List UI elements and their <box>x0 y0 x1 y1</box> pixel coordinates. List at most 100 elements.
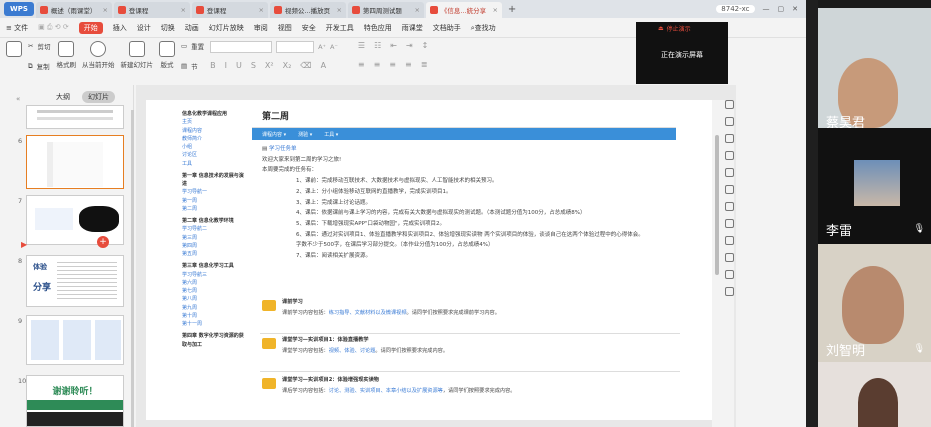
properties-icon[interactable] <box>724 134 734 143</box>
nav-link[interactable]: 课程内容 <box>172 127 248 135</box>
menu-insert[interactable]: 插入 <box>113 23 127 33</box>
desc-link[interactable]: 视频、体验、讨论题 <box>329 348 376 354</box>
menu-design[interactable]: 设计 <box>137 23 151 33</box>
desc-link[interactable]: 练习指导、文献材料以及微课视频 <box>329 310 407 316</box>
shrink-font-icon[interactable]: A⁻ <box>330 43 338 51</box>
menu-animation[interactable]: 动画 <box>185 23 199 33</box>
grow-font-icon[interactable]: A⁺ <box>318 43 326 51</box>
collapse-left-icon[interactable]: « <box>16 95 20 103</box>
subscript-icon[interactable]: X₂ <box>283 61 292 70</box>
nav-link[interactable]: 第三周 <box>172 234 248 242</box>
bold-icon[interactable]: B <box>210 61 216 70</box>
nav-link[interactable]: 学习导航二 <box>172 225 248 233</box>
nav-link[interactable]: 第六周 <box>172 279 248 287</box>
share-icon[interactable] <box>724 202 734 211</box>
tab-4[interactable]: 第四周测试题 × <box>347 2 424 18</box>
play-from-current-button[interactable]: 从当前开始 <box>82 41 114 69</box>
justify-icon[interactable]: ≡ <box>405 60 412 69</box>
nav-link[interactable]: 讨论区 <box>172 151 248 159</box>
task-title[interactable]: 学习任务单 <box>269 146 297 152</box>
close-icon[interactable]: × <box>180 6 185 14</box>
nav-link[interactable]: 学习导航三 <box>172 271 248 279</box>
menu-review[interactable]: 审阅 <box>254 23 268 33</box>
section-pre-class[interactable]: 课前学习 课前学习内容包括：练习指导、文献材料以及微课视频。请同学们按照要求完成… <box>260 296 680 334</box>
format-painter-button[interactable]: 格式刷 <box>56 41 76 69</box>
minimize-icon[interactable]: — <box>763 5 770 13</box>
panel-divider[interactable] <box>806 0 818 427</box>
file-menu[interactable]: ≡ 文件 <box>6 23 28 33</box>
nav-link[interactable]: 第八周 <box>172 295 248 303</box>
close-icon[interactable]: × <box>492 6 497 14</box>
nav-link[interactable]: 第七周 <box>172 287 248 295</box>
align-right-icon[interactable]: ≡ <box>389 60 396 69</box>
shape-icon[interactable] <box>724 117 734 126</box>
menu-security[interactable]: 安全 <box>302 23 316 33</box>
new-tab-button[interactable]: + <box>504 4 520 15</box>
tab-slides[interactable]: 幻灯片 <box>82 91 115 103</box>
reset-button[interactable]: ▭ 重置 <box>181 41 204 51</box>
clear-format-icon[interactable]: ⌫ <box>300 61 311 70</box>
tab-3[interactable]: 视频公...播放页 × <box>269 2 346 18</box>
menu-doc-assistant[interactable]: 文档助手 <box>433 23 461 33</box>
participant-tile[interactable] <box>818 362 931 427</box>
nav-link[interactable]: 小组 <box>172 143 248 151</box>
account-pill[interactable]: 8742-xc <box>716 5 755 13</box>
stop-presenting-button[interactable]: 停止演示 <box>667 24 691 33</box>
underline-icon[interactable]: U <box>236 61 242 70</box>
new-slide-button[interactable]: 新建幻灯片 <box>120 41 153 69</box>
italic-icon[interactable]: I <box>225 61 227 70</box>
line-spacing-icon[interactable]: ↕ <box>422 41 429 50</box>
section-button[interactable]: ▤ 节 <box>181 61 198 71</box>
cut-button[interactable]: ✂ 剪切 <box>28 41 50 51</box>
tab-5-active[interactable]: 《信息...統分享 × <box>425 2 502 18</box>
settings-icon[interactable] <box>724 253 734 262</box>
play-icon[interactable]: ▶ <box>21 240 27 249</box>
layout-button[interactable]: 版式 <box>158 41 175 69</box>
nav-link[interactable]: 第一周 <box>172 197 248 205</box>
layers-icon[interactable] <box>724 185 734 194</box>
menu-features[interactable]: 特色应用 <box>364 23 392 33</box>
slide-thumbnail-9[interactable] <box>26 315 124 365</box>
nav-link[interactable]: 教师简介 <box>172 135 248 143</box>
nav-link[interactable]: 第五周 <box>172 250 248 258</box>
participant-tile[interactable]: 李雷 🎙 <box>818 128 931 244</box>
participant-tile[interactable]: 刘智明 🎙 <box>818 244 931 362</box>
numbering-icon[interactable]: ☷ <box>374 41 381 50</box>
menu-view[interactable]: 视图 <box>278 23 292 33</box>
participant-tile[interactable]: 蔡昊君 <box>818 8 931 128</box>
wps-home-tab[interactable]: WPS <box>4 2 34 16</box>
nav-link[interactable]: 第十周 <box>172 312 248 320</box>
tab-2[interactable]: 登课程 × <box>191 2 268 18</box>
bullets-icon[interactable]: ☰ <box>358 41 365 50</box>
nav-link[interactable]: 第二周 <box>172 205 248 213</box>
strikethrough-icon[interactable]: S <box>251 61 256 70</box>
nav-link[interactable]: 主页 <box>172 118 248 126</box>
align-center-icon[interactable]: ≡ <box>374 60 381 69</box>
tab-outline[interactable]: 大纲 <box>50 91 76 103</box>
quiz-menu[interactable]: 测验 ▾ <box>298 131 312 138</box>
nav-link[interactable]: 工具 <box>172 160 248 168</box>
course-content-menu[interactable]: 课程内容 ▾ <box>262 131 286 138</box>
distribute-icon[interactable]: ≣ <box>421 60 428 69</box>
search-command[interactable]: ⌕查找功 <box>471 23 496 33</box>
align-left-icon[interactable]: ≡ <box>358 60 365 69</box>
font-size-field[interactable] <box>276 41 315 53</box>
maximize-icon[interactable]: ▢ <box>778 5 785 13</box>
close-window-icon[interactable]: ✕ <box>792 5 798 13</box>
audio-icon[interactable] <box>724 236 734 245</box>
slide-thumbnail-10[interactable]: 谢谢聆听！ <box>26 375 124 427</box>
format-icon[interactable] <box>724 151 734 160</box>
slide-thumbnail-6[interactable] <box>26 135 124 189</box>
copy-button[interactable]: ⧉ 复制 <box>28 61 50 72</box>
nav-link[interactable]: 第十一周 <box>172 320 248 328</box>
section-project-1[interactable]: 课堂学习—实训项目1：体验直播教学 课堂学习内容包括：视频、体验、讨论题。请同学… <box>260 334 680 372</box>
star-icon[interactable] <box>724 168 734 177</box>
tab-0[interactable]: 概述（雨课堂） × <box>35 2 112 18</box>
close-icon[interactable]: × <box>336 6 341 14</box>
menu-transition[interactable]: 切换 <box>161 23 175 33</box>
close-icon[interactable]: × <box>258 6 263 14</box>
menu-start[interactable]: 开始 <box>78 21 103 34</box>
indent-increase-icon[interactable]: ⇥ <box>406 41 413 50</box>
nav-link[interactable]: 第四周 <box>172 242 248 250</box>
close-icon[interactable]: × <box>414 6 419 14</box>
